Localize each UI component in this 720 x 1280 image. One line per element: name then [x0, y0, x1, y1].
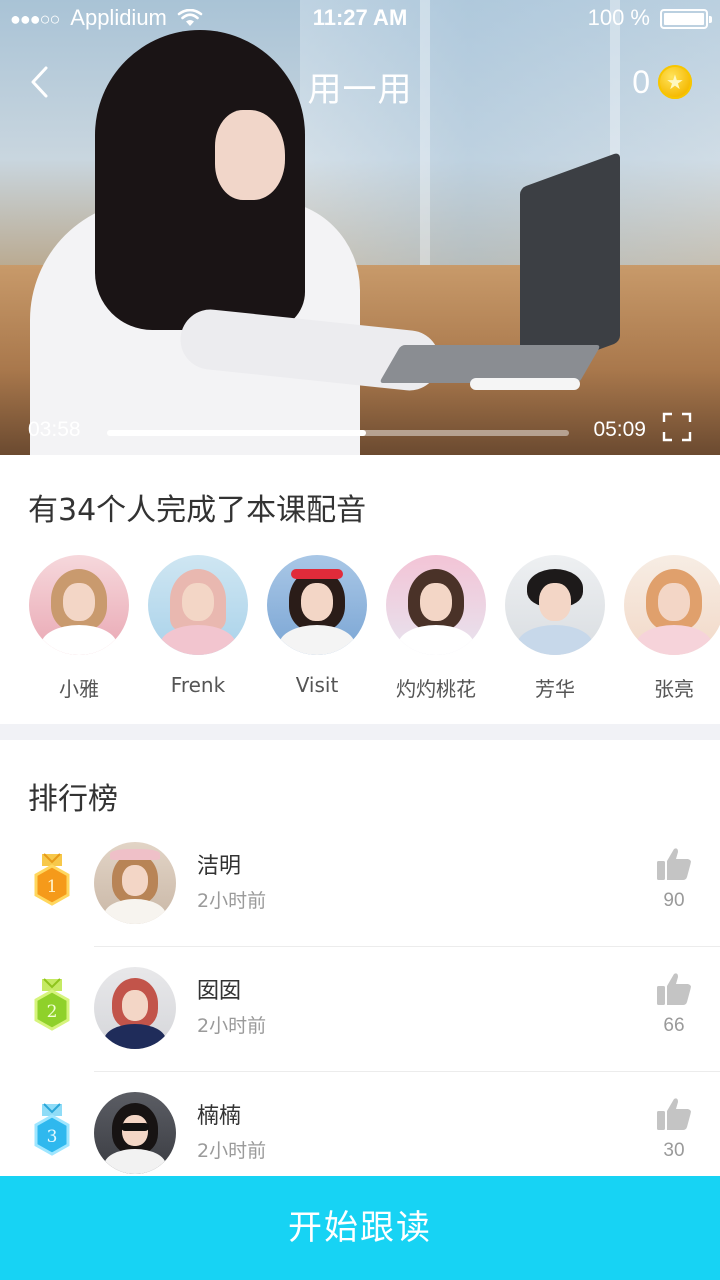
post-time: 2小时前 [197, 1140, 267, 1162]
star-coin-icon: ★ [658, 65, 692, 99]
avatar [624, 555, 720, 655]
video-frame-background [300, 0, 720, 300]
start-reading-button[interactable]: 开始跟读 [0, 1176, 720, 1280]
like-button[interactable] [656, 1096, 692, 1132]
participant-item[interactable]: Visit [262, 555, 372, 697]
silver-medal-icon: 2 [30, 977, 74, 1037]
svg-text:1: 1 [47, 877, 58, 897]
gold-medal-icon: 1 [30, 852, 74, 912]
coin-count: 0 [632, 63, 650, 100]
progress-fill [107, 430, 366, 436]
video-player[interactable]: ●●●○○ Applidium 11:27 AM 100 % 用一用 0 ★ 0… [0, 0, 720, 455]
participant-item[interactable]: Frenk [143, 555, 253, 697]
status-bar: ●●●○○ Applidium 11:27 AM 100 % [0, 0, 720, 36]
like-button[interactable] [656, 846, 692, 882]
svg-text:2: 2 [47, 1002, 58, 1022]
fullscreen-icon [662, 412, 692, 442]
avatar [386, 555, 486, 655]
coin-balance[interactable]: 0 ★ [632, 64, 692, 100]
current-time: 03:58 [28, 418, 81, 441]
avatar [29, 555, 129, 655]
avatar [505, 555, 605, 655]
avatar [148, 555, 248, 655]
participant-name: 张亮 [654, 677, 694, 701]
like-count: 30 [663, 1140, 685, 1161]
participant-name: Frenk [170, 673, 226, 697]
progress-bar[interactable] [107, 430, 569, 436]
avatar [94, 967, 176, 1049]
page-title: 用一用 [307, 70, 413, 110]
participants-section: 有34个人完成了本课配音 小雅 Frenk Visit 灼灼桃花 芳华 张亮 [0, 455, 720, 725]
participant-name: Visit [295, 673, 339, 697]
like-count: 90 [663, 890, 685, 911]
participant-item[interactable]: 灼灼桃花 [381, 555, 491, 702]
participants-heading: 有34个人完成了本课配音 [28, 493, 367, 528]
nav-bar: 用一用 0 ★ [0, 50, 720, 114]
player-controls: 03:58 05:09 [0, 410, 720, 455]
thumbs-up-icon [657, 1098, 691, 1130]
like-button[interactable] [656, 971, 692, 1007]
participant-avatar-list[interactable]: 小雅 Frenk Visit 灼灼桃花 芳华 张亮 [0, 555, 720, 715]
section-divider [0, 724, 720, 740]
participant-name: 小雅 [59, 677, 99, 701]
leaderboard-section: 排行榜 1 洁明 2小时前 90 2 囡囡 2小时前 66 3 楠楠 2小时前 … [0, 740, 720, 1180]
svg-text:3: 3 [47, 1127, 58, 1147]
participant-name: 芳华 [535, 677, 575, 701]
user-name: 囡囡 [197, 979, 242, 1004]
battery-icon [660, 9, 712, 29]
thumbs-up-icon [657, 848, 691, 880]
thumbs-up-icon [657, 973, 691, 1005]
bronze-medal-icon: 3 [30, 1102, 74, 1162]
user-name: 楠楠 [197, 1104, 242, 1129]
post-time: 2小时前 [197, 890, 267, 912]
participant-item[interactable]: 小雅 [24, 555, 134, 702]
avatar [267, 555, 367, 655]
avatar [94, 842, 176, 924]
avatar [94, 1092, 176, 1174]
like-count: 66 [663, 1015, 685, 1036]
user-name: 洁明 [197, 854, 242, 879]
leaderboard-row[interactable]: 2 囡囡 2小时前 66 [0, 947, 720, 1072]
participant-item[interactable]: 张亮 [619, 555, 720, 702]
total-time: 05:09 [593, 418, 646, 441]
fullscreen-button[interactable] [662, 412, 692, 442]
participant-name: 灼灼桃花 [396, 677, 476, 701]
leaderboard-heading: 排行榜 [28, 782, 118, 817]
leaderboard-row[interactable]: 1 洁明 2小时前 90 [0, 822, 720, 947]
post-time: 2小时前 [197, 1015, 267, 1037]
battery-percent: 100 % [587, 5, 650, 30]
participant-item[interactable]: 芳华 [500, 555, 610, 702]
